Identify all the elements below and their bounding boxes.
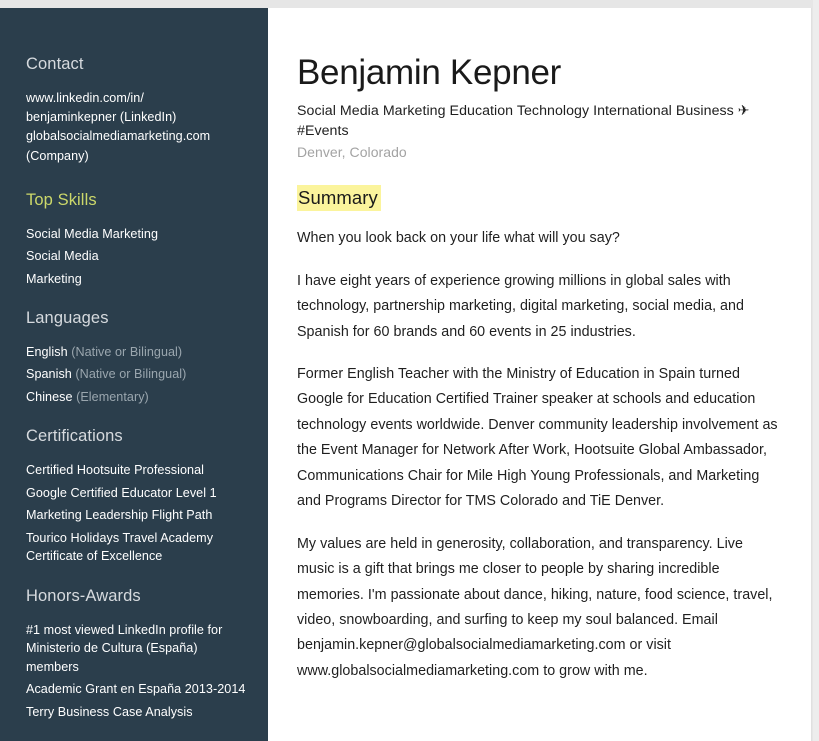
contact-line-text: globalsocialmediamarketing.com <box>26 129 211 144</box>
language-level: (Native or Bilingual) <box>71 367 187 382</box>
language-name: English <box>26 344 68 359</box>
sidebar-heading-languages: Languages <box>26 309 109 328</box>
certification-item: Google Certified Educator Level 1 <box>26 484 250 503</box>
language-name: Spanish <box>26 367 72 382</box>
page-title: Benjamin Kepner <box>297 53 561 92</box>
language-name: Chinese <box>26 389 73 404</box>
skill-item-text: Marketing <box>26 271 82 286</box>
honor-text: Terry Business Case Analysis <box>26 704 193 719</box>
sidebar-heading-contact: Contact <box>26 55 84 73</box>
summary-paragraph: My values are held in generosity, collab… <box>297 535 773 679</box>
summary-paragraph: Former English Teacher with the Ministry… <box>297 366 778 510</box>
section-heading-summary: Summary <box>297 185 381 212</box>
skill-item: Social Media <box>26 247 250 266</box>
sidebar-heading-honors-awards: Honors-Awards <box>26 586 141 605</box>
sidebar-section-certifications: Certifications Certified Hootsuite Profe… <box>26 427 250 565</box>
honor-item: #1 most viewed LinkedIn profile for Mini… <box>26 621 250 677</box>
sidebar-section-languages: Languages English (Native or Bilingual) … <box>26 309 250 406</box>
contact-line: (Company) <box>26 147 250 166</box>
resume-main-content: Benjamin Kepner Social Media Marketing E… <box>268 8 811 741</box>
certification-item: Tourico Holidays Travel Academy Certific… <box>26 529 250 566</box>
profile-location: Denver, Colorado <box>297 143 407 160</box>
summary-paragraph: I have eight years of experience growing… <box>297 272 744 340</box>
sidebar-heading-certifications: Certifications <box>26 427 123 446</box>
certification-item: Marketing Leadership Flight Path <box>26 506 250 525</box>
sidebar-section-honors-awards: Honors-Awards #1 most viewed LinkedIn pr… <box>26 587 250 721</box>
skill-item-text: Social Media Marketing <box>26 226 158 241</box>
honor-text: Academic Grant en España 2013-2014 <box>26 682 246 697</box>
language-level: (Elementary) <box>72 389 149 404</box>
contact-line-label: (Company) <box>26 148 89 163</box>
sidebar-heading-top-skills: Top Skills <box>26 190 97 209</box>
skill-item: Marketing <box>26 270 250 289</box>
certification-text: Tourico Holidays Travel Academy Certific… <box>26 530 214 564</box>
honor-item: Terry Business Case Analysis <box>26 703 250 722</box>
certification-text: Marketing Leadership Flight Path <box>26 508 213 523</box>
pdf-page-viewport: Contact www.linkedin.com/in/ benjaminkep… <box>0 0 819 741</box>
certification-text: Google Certified Educator Level 1 <box>26 485 217 500</box>
certification-item: Certified Hootsuite Professional <box>26 461 250 480</box>
skill-item: Social Media Marketing <box>26 225 250 244</box>
certification-text: Certified Hootsuite Professional <box>26 463 204 478</box>
contact-line: www.linkedin.com/in/ <box>26 89 250 108</box>
language-item: Spanish (Native or Bilingual) <box>26 365 250 384</box>
contact-line-text: benjaminkepner <box>26 110 117 125</box>
skill-item-text: Social Media <box>26 249 99 264</box>
honor-text: #1 most viewed LinkedIn profile for Mini… <box>26 622 223 674</box>
contact-line-text: www.linkedin.com/in/ <box>26 90 144 105</box>
honor-item: Academic Grant en España 2013-2014 <box>26 680 250 699</box>
sidebar-section-contact: Contact www.linkedin.com/in/ benjaminkep… <box>26 55 250 166</box>
contact-line-label: (LinkedIn) <box>116 110 177 125</box>
resume-page-sheet: Contact www.linkedin.com/in/ benjaminkep… <box>0 8 812 741</box>
summary-paragraph: When you look back on your life what wil… <box>297 230 620 247</box>
language-level: (Native or Bilingual) <box>67 344 183 359</box>
language-item: English (Native or Bilingual) <box>26 343 250 362</box>
contact-details: www.linkedin.com/in/ benjaminkepner (Lin… <box>26 89 250 166</box>
profile-headline: Social Media Marketing Education Technol… <box>297 103 750 139</box>
contact-line: benjaminkepner (LinkedIn) <box>26 108 250 127</box>
resume-sidebar: Contact www.linkedin.com/in/ benjaminkep… <box>0 8 268 741</box>
page-right-gutter <box>813 0 819 741</box>
sidebar-section-top-skills: Top Skills Social Media Marketing Social… <box>26 191 250 288</box>
contact-line: globalsocialmediamarketing.com <box>26 127 250 146</box>
language-item: Chinese (Elementary) <box>26 388 250 407</box>
